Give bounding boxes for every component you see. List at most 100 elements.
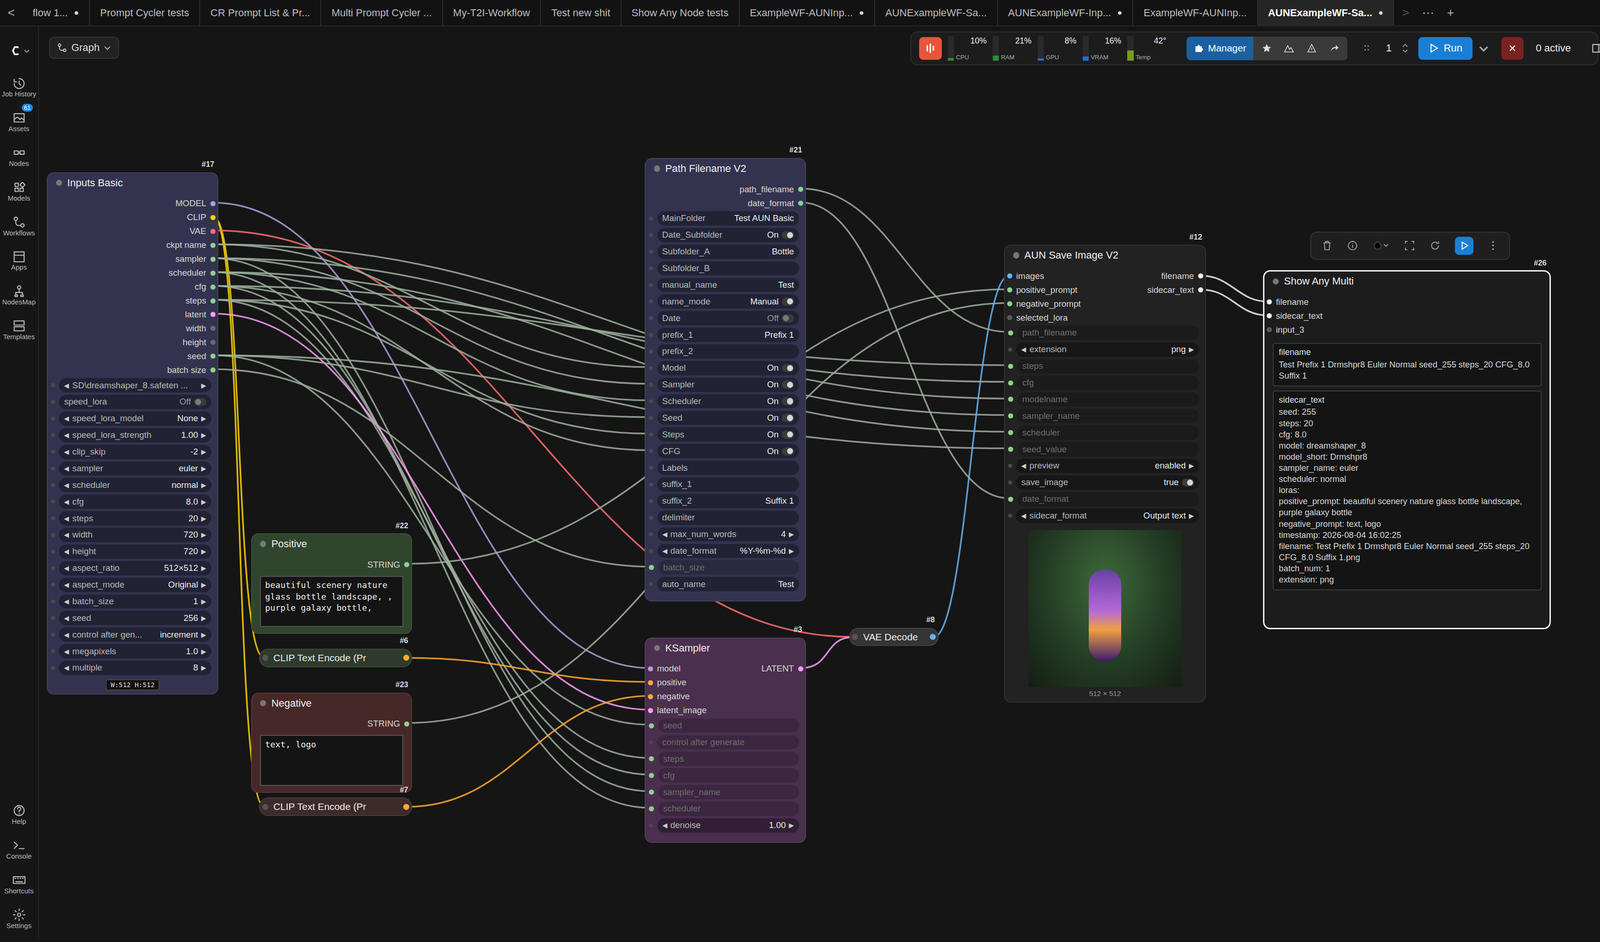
widget-row[interactable]: name_modeManual bbox=[645, 293, 806, 311]
increment-arrow[interactable]: ▶ bbox=[201, 547, 207, 556]
widget-row[interactable]: Subfolder_ABottle bbox=[645, 243, 806, 261]
new-tab-button[interactable]: + bbox=[1439, 0, 1462, 26]
trash-icon[interactable] bbox=[1321, 240, 1333, 252]
node-header[interactable]: KSampler bbox=[645, 638, 806, 659]
toggle-switch[interactable] bbox=[781, 380, 794, 389]
toggle-switch[interactable] bbox=[781, 413, 794, 423]
collapse-dot[interactable] bbox=[653, 165, 661, 172]
combo-widget[interactable]: ◀date_format%Y-%m-%d▶ bbox=[657, 544, 800, 559]
increment-arrow[interactable]: ▶ bbox=[201, 514, 207, 523]
increment-arrow[interactable]: ▶ bbox=[201, 498, 207, 506]
increment-arrow[interactable]: ▶ bbox=[201, 664, 207, 672]
sidebar-item[interactable]: Shortcuts bbox=[0, 866, 39, 902]
graph-node[interactable]: #22PositiveSTRINGbeautiful scenery natur… bbox=[251, 533, 413, 635]
sidebar-item[interactable]: Console bbox=[0, 831, 39, 867]
widget-row[interactable]: prefix_1Prefix 1 bbox=[645, 326, 806, 344]
widget-row[interactable]: ◀clip_skip-2▶ bbox=[47, 443, 218, 461]
toggle-switch[interactable] bbox=[781, 297, 794, 306]
combo-widget[interactable]: ◀sidecar_formatOutput text▶ bbox=[1015, 508, 1200, 524]
panel-toggle-icon[interactable] bbox=[1591, 42, 1600, 55]
decrement-arrow[interactable]: ◀ bbox=[63, 547, 70, 556]
input-slot[interactable]: sidecar_text bbox=[1266, 311, 1323, 322]
widget-row[interactable]: ◀steps20▶ bbox=[47, 510, 218, 527]
graph-node[interactable]: #3KSamplermodelLATENTpositivenegativelat… bbox=[644, 637, 807, 844]
widget-row[interactable]: ◀schedulernormal▶ bbox=[47, 476, 218, 494]
collapse-dot[interactable] bbox=[56, 179, 63, 186]
increment-arrow[interactable]: ▶ bbox=[201, 581, 207, 589]
widget-row[interactable]: ◀control after gen...increment▶ bbox=[47, 626, 218, 644]
graph-node[interactable]: #17Inputs BasicMODELCLIPVAEckpt namesamp… bbox=[46, 172, 219, 695]
decrement-arrow[interactable]: ◀ bbox=[63, 614, 70, 623]
graph-node[interactable]: #26Show Any Multifilenamesidecar_textinp… bbox=[1263, 270, 1551, 630]
collapse-dot[interactable] bbox=[1013, 252, 1020, 259]
socket-widget[interactable]: steps bbox=[658, 751, 800, 767]
output-slot[interactable]: seed bbox=[187, 351, 216, 362]
toggle-switch[interactable] bbox=[781, 430, 794, 439]
widget-row[interactable]: seed_value bbox=[1004, 441, 1206, 458]
widget-row[interactable]: ◀speed_lora_strength1.00▶ bbox=[47, 426, 218, 444]
decrement-arrow[interactable]: ◀ bbox=[63, 381, 70, 390]
manager-button[interactable]: Manager bbox=[1186, 36, 1254, 61]
toggle-widget[interactable]: ModelOn bbox=[657, 361, 800, 376]
socket-widget[interactable]: control after generate bbox=[657, 735, 800, 750]
combo-widget[interactable]: ◀seed256▶ bbox=[58, 610, 211, 626]
combo-widget[interactable]: ◀clip_skip-2▶ bbox=[58, 444, 211, 460]
workflow-tab[interactable]: Show Any Node tests bbox=[621, 0, 740, 26]
toggle-switch[interactable] bbox=[781, 364, 794, 373]
widget-row[interactable]: cfg bbox=[1004, 374, 1206, 392]
image-preview[interactable] bbox=[1028, 530, 1182, 688]
stats-button[interactable] bbox=[919, 37, 942, 60]
output-socket[interactable] bbox=[403, 654, 410, 661]
toggle-widget[interactable]: name_modeManual bbox=[657, 294, 800, 309]
output-text-box[interactable]: sidecar_textseed: 255steps: 20cfg: 8.0mo… bbox=[1272, 390, 1542, 591]
input-slot[interactable]: negative bbox=[647, 691, 691, 702]
toggle-switch[interactable] bbox=[194, 398, 207, 407]
toggle-widget[interactable]: SeedOn bbox=[657, 411, 800, 426]
decrement-arrow[interactable]: ◀ bbox=[662, 547, 668, 555]
increment-arrow[interactable]: ▶ bbox=[1188, 462, 1194, 470]
output-slot[interactable]: ckpt name bbox=[166, 240, 216, 251]
increment-arrow[interactable]: ▶ bbox=[201, 448, 207, 456]
widget-row[interactable]: batch_size bbox=[645, 559, 806, 577]
widget-row[interactable]: DateOff bbox=[645, 310, 806, 327]
output-slot[interactable]: cfg bbox=[194, 281, 216, 293]
decrement-arrow[interactable]: ◀ bbox=[1021, 345, 1027, 354]
refresh-icon[interactable] bbox=[1429, 240, 1441, 252]
combo-widget[interactable]: ◀megapixels1.0▶ bbox=[58, 644, 211, 659]
toggle-switch[interactable] bbox=[781, 314, 794, 323]
triangle-icon[interactable] bbox=[1306, 43, 1317, 54]
input-slot[interactable]: positive_prompt bbox=[1007, 285, 1078, 296]
text-widget[interactable]: Subfolder_B bbox=[657, 261, 800, 276]
workflow-tab[interactable]: AUNExampleWF-Inp...● bbox=[997, 0, 1134, 26]
widget-row[interactable]: ◀batch_size1▶ bbox=[47, 593, 218, 610]
sidebar-item[interactable]: 61Assets bbox=[0, 103, 39, 139]
toggle-widget[interactable]: StepsOn bbox=[657, 427, 800, 442]
node-header[interactable]: Inputs Basic bbox=[47, 173, 218, 193]
widget-row[interactable]: sampler_name bbox=[645, 784, 806, 801]
node-header[interactable]: Path Filename V2 bbox=[645, 158, 806, 179]
combo-widget[interactable]: ◀steps20▶ bbox=[58, 511, 211, 526]
sidebar-item[interactable]: Nodes bbox=[0, 138, 39, 174]
combo-widget[interactable]: ◀width720▶ bbox=[58, 527, 211, 543]
widget-row[interactable]: delimiter bbox=[645, 509, 806, 527]
sidebar-item[interactable]: Apps bbox=[0, 242, 39, 278]
widget-row[interactable]: cfg bbox=[645, 767, 806, 785]
output-slot[interactable]: MODEL bbox=[175, 198, 216, 209]
sidebar-item[interactable]: Help bbox=[0, 796, 39, 832]
output-slot[interactable]: scheduler bbox=[168, 267, 216, 279]
widget-row[interactable]: ◀cfg8.0▶ bbox=[47, 493, 218, 511]
socket-widget[interactable]: seed bbox=[658, 718, 800, 734]
input-socket[interactable] bbox=[262, 804, 269, 811]
scroll-tabs-button[interactable]: > bbox=[1394, 0, 1417, 26]
socket-widget[interactable]: sampler_name bbox=[658, 785, 800, 800]
text-widget[interactable]: Subfolder_ABottle bbox=[657, 244, 800, 260]
chevron-down-icon[interactable] bbox=[1478, 43, 1489, 54]
decrement-arrow[interactable]: ◀ bbox=[662, 821, 668, 830]
decrement-arrow[interactable]: ◀ bbox=[63, 597, 70, 606]
widget-row[interactable]: suffix_1 bbox=[645, 476, 806, 494]
input-slot[interactable]: latent_image bbox=[647, 705, 707, 716]
socket-widget[interactable]: cfg bbox=[658, 768, 800, 783]
workflow-tab[interactable]: CR Prompt List & Pr... bbox=[200, 0, 322, 26]
output-slot[interactable]: CLIP bbox=[186, 212, 216, 223]
widget-row[interactable]: ◀date_format%Y-%m-%d▶ bbox=[645, 542, 806, 560]
